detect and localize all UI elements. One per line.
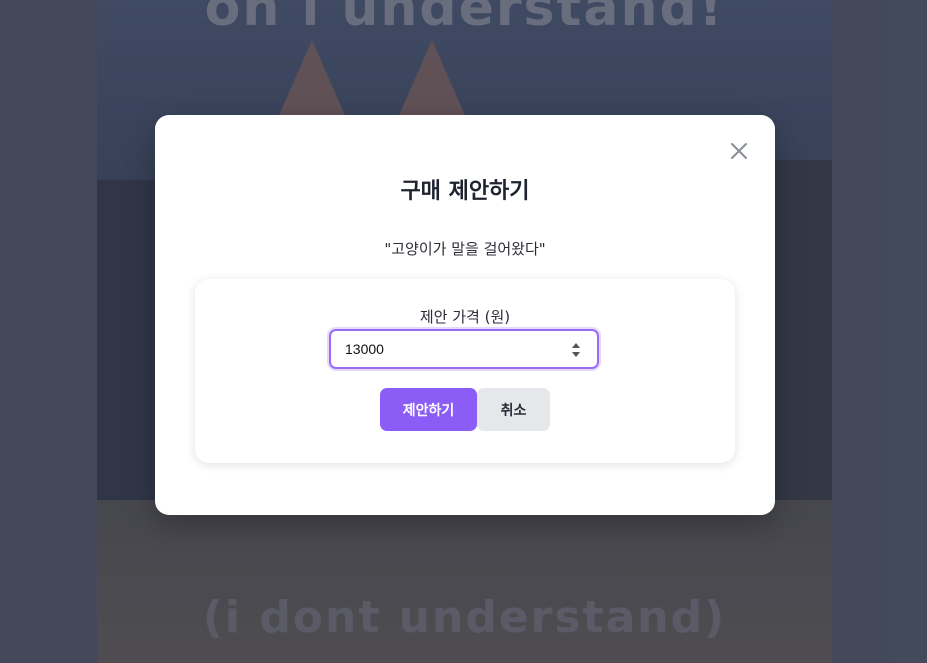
close-button[interactable]	[727, 139, 751, 163]
modal-title: 구매 제안하기	[400, 179, 530, 204]
price-label: 제안 가격 (원)	[419, 308, 511, 326]
price-input-container[interactable]	[329, 329, 599, 369]
close-icon	[731, 143, 747, 159]
offer-form-card: 제안 가격 (원) 제안하기 취소	[195, 279, 735, 463]
price-input[interactable]	[345, 331, 545, 367]
number-stepper-icon[interactable]	[571, 341, 581, 359]
product-name: "고양이가 말을 걸어왔다"	[384, 240, 546, 258]
cancel-button[interactable]: 취소	[477, 388, 550, 431]
submit-offer-button[interactable]: 제안하기	[380, 388, 477, 431]
offer-modal: 구매 제안하기 "고양이가 말을 걸어왔다" 제안 가격 (원) 제안하기 취소	[155, 115, 775, 515]
